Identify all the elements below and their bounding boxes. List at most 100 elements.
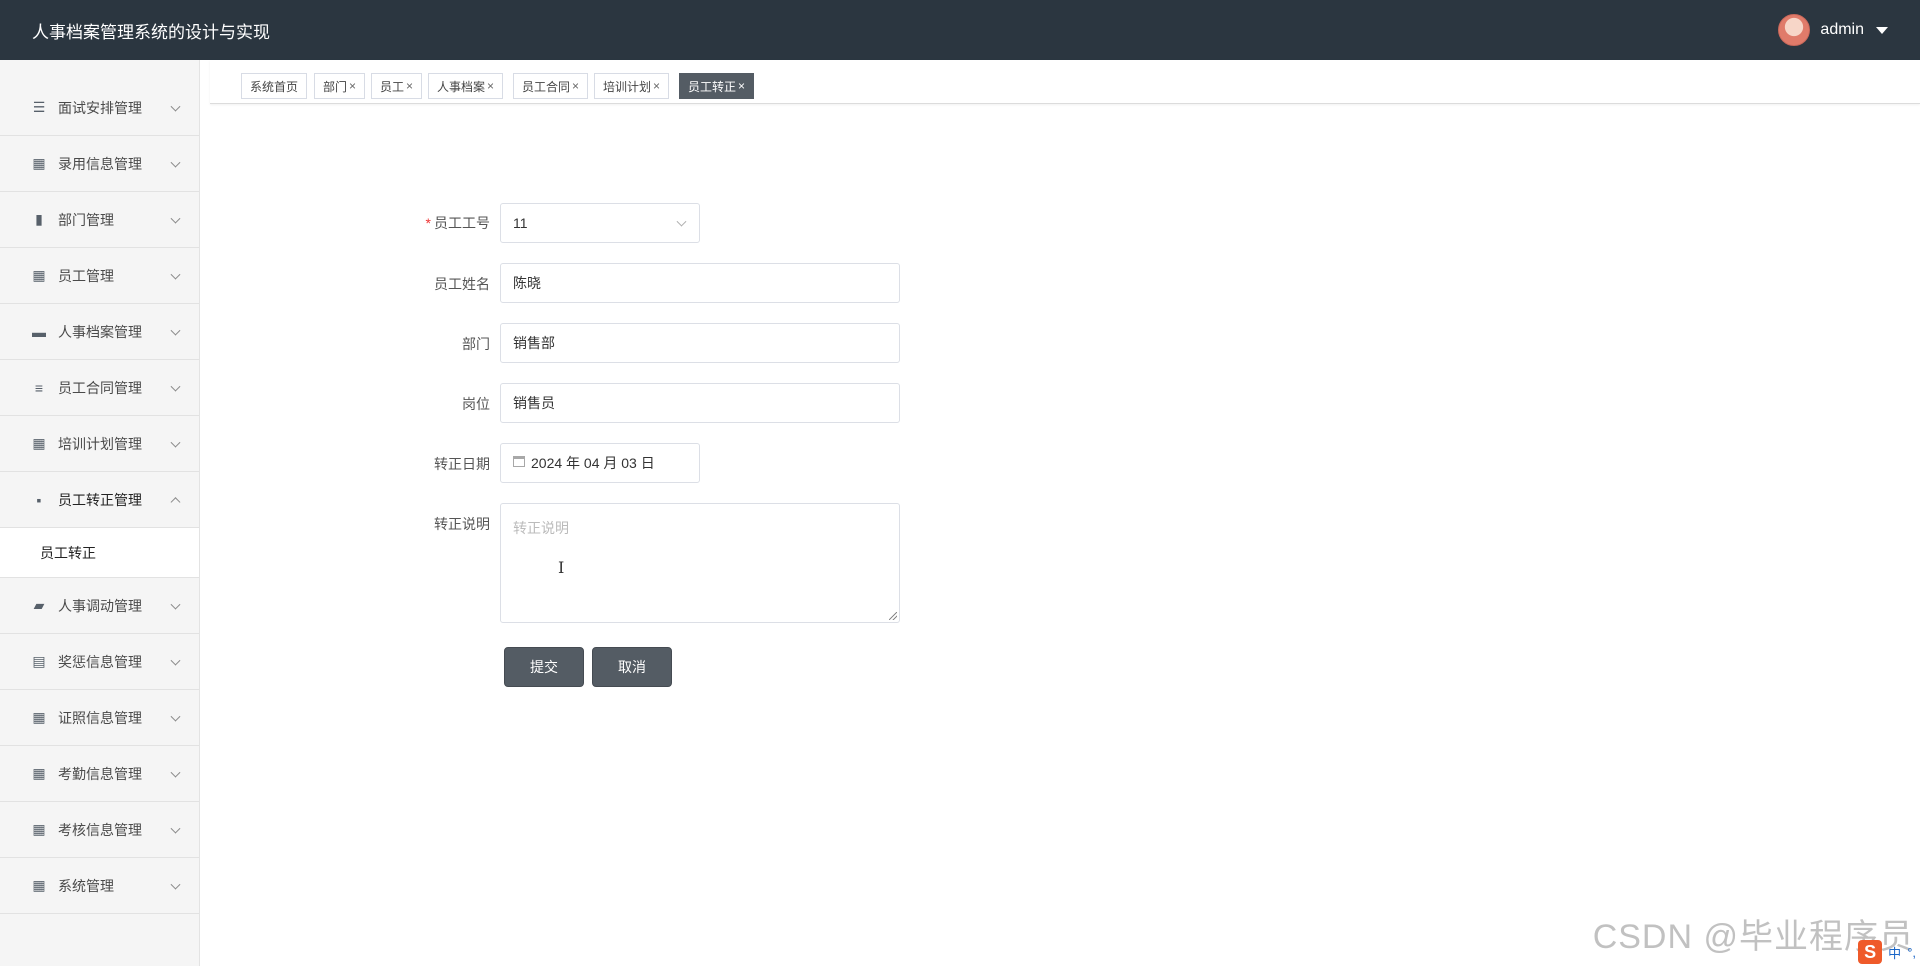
calendar-icon: [513, 455, 525, 467]
sidebar-item-label: 培训计划管理: [58, 435, 142, 452]
regular-date-value: 2024 年 04 月 03 日: [531, 455, 655, 471]
grid-icon: ▦: [32, 155, 46, 171]
sidebar-item-label: 部门管理: [58, 211, 114, 228]
ticket-icon: ▰: [33, 597, 45, 613]
employee-no-select[interactable]: 11: [500, 203, 700, 243]
regular-date-picker[interactable]: 2024 年 04 月 03 日: [500, 443, 700, 483]
list-icon: ☰: [32, 99, 46, 115]
chevron-down-icon: [170, 823, 181, 834]
tab-label: 员工合同: [522, 79, 571, 94]
sidebar-item[interactable]: ▦ 录用信息管理: [0, 136, 199, 192]
sidebar: ☰ 面试安排管理 ▦ 录用信息管理 ▮ 部门管理 ▦ 员工管理 ▬ 人事档案管理 ≡ 员工合同管理 ▦ 培…: [0, 60, 200, 966]
grid-icon: ▦: [32, 877, 46, 893]
employee-name-label: 员工姓名: [434, 276, 490, 292]
sidebar-item-label: 员工管理: [58, 267, 114, 284]
chevron-down-icon: [170, 381, 181, 392]
tab[interactable]: 系统首页: [241, 73, 308, 99]
sidebar-item-label: 录用信息管理: [58, 155, 142, 172]
text-cursor-icon: I: [558, 558, 565, 577]
sidebar-item-label: 员工转正管理: [58, 491, 142, 508]
department-label: 部门: [462, 336, 490, 352]
sidebar-item-label: 人事档案管理: [58, 323, 142, 340]
sidebar-item[interactable]: ≡ 员工合同管理: [0, 360, 199, 416]
tab-bar: 系统首页 部门 × 员工 × 人事档案 × 员工合同 × 培训计划 × 员工转正 ×: [210, 60, 1920, 104]
description-placeholder: 转正说明: [513, 520, 569, 536]
close-icon[interactable]: ×: [487, 79, 494, 93]
tab-label: 员工: [380, 79, 405, 94]
sidebar-item[interactable]: ▰ 人事调动管理: [0, 578, 199, 634]
close-icon[interactable]: ×: [572, 79, 579, 93]
sidebar-item-label: 人事调动管理: [58, 597, 142, 614]
tab[interactable]: 人事档案 ×: [428, 73, 504, 99]
message-icon: ▪: [36, 491, 42, 508]
ime-mode-button[interactable]: 中: [1888, 943, 1901, 962]
sliders-icon: ≡: [34, 379, 44, 396]
clipboard-icon: ▤: [32, 653, 46, 669]
position-label: 岗位: [462, 396, 490, 412]
book-icon: ▮: [35, 211, 43, 227]
chevron-down-icon: [170, 711, 181, 722]
sidebar-item[interactable]: ▤ 奖惩信息管理: [0, 634, 199, 690]
employee-no-value: 11: [513, 215, 528, 231]
grid-icon: ▦: [32, 821, 46, 837]
sidebar-item-label: 面试安排管理: [58, 99, 142, 116]
chevron-down-icon: [170, 879, 181, 890]
ime-punct-button[interactable]: °,: [1907, 945, 1916, 960]
sidebar-item[interactable]: ☰ 面试安排管理: [0, 80, 199, 136]
chevron-down-icon: [676, 216, 687, 227]
tab-label: 系统首页: [250, 79, 299, 94]
ime-logo[interactable]: S: [1858, 940, 1883, 964]
employee-no-label: * 员工工号: [425, 215, 490, 231]
top-bar: 人事档案管理系统的设计与实现 admin: [0, 0, 1920, 60]
sidebar-item[interactable]: ▦ 系统管理: [0, 858, 199, 914]
briefcase-icon: ▬: [32, 323, 46, 340]
employee-name-input[interactable]: 陈晓: [500, 263, 900, 303]
app-title: 人事档案管理系统的设计与实现: [32, 22, 270, 42]
submenu-item[interactable]: 员工转正: [0, 528, 199, 578]
cancel-button[interactable]: 取消: [592, 647, 672, 687]
tab[interactable]: 员工合同 ×: [513, 73, 589, 99]
apps-icon: ▦: [32, 267, 46, 283]
sidebar-item-label: 系统管理: [58, 877, 114, 894]
close-icon[interactable]: ×: [738, 79, 745, 93]
grid-icon: ▦: [32, 435, 46, 451]
chevron-down-icon: [170, 655, 181, 666]
sidebar-item[interactable]: ▦ 考勤信息管理: [0, 746, 199, 802]
chevron-up-icon: [170, 496, 181, 507]
sidebar-item-label: 考勤信息管理: [58, 765, 142, 782]
username: admin: [1820, 21, 1864, 38]
chevron-down-icon: [170, 269, 181, 280]
sidebar-item[interactable]: ▦ 培训计划管理: [0, 416, 199, 472]
close-icon[interactable]: ×: [653, 79, 660, 93]
department-input[interactable]: 销售部: [500, 323, 900, 363]
resize-handle-icon[interactable]: [889, 612, 897, 620]
tab[interactable]: 员工 ×: [371, 73, 423, 99]
sidebar-item[interactable]: ▮ 部门管理: [0, 192, 199, 248]
sidebar-item[interactable]: ▦ 员工管理: [0, 248, 199, 304]
ime-toolbar: S 中 °,: [1858, 940, 1916, 964]
close-icon[interactable]: ×: [406, 79, 413, 93]
tab[interactable]: 员工转正 ×: [679, 73, 755, 99]
grid-icon: ▦: [32, 765, 46, 781]
position-input[interactable]: 销售员: [500, 383, 900, 423]
sidebar-item[interactable]: ▪ 员工转正管理: [0, 472, 199, 528]
sidebar-item-label: 考核信息管理: [58, 821, 142, 838]
tab[interactable]: 部门 ×: [314, 73, 366, 99]
close-icon[interactable]: ×: [349, 79, 356, 93]
chevron-down-icon: [170, 767, 181, 778]
tab[interactable]: 培训计划 ×: [594, 73, 670, 99]
sidebar-item-label: 奖惩信息管理: [58, 653, 142, 670]
sidebar-item[interactable]: ▦ 证照信息管理: [0, 690, 199, 746]
submit-button[interactable]: 提交: [504, 647, 584, 687]
user-menu[interactable]: admin: [1778, 14, 1888, 46]
tab-label: 培训计划: [603, 79, 652, 94]
sidebar-item[interactable]: ▬ 人事档案管理: [0, 304, 199, 360]
chevron-down-icon: [170, 101, 181, 112]
chevron-down-icon: [170, 213, 181, 224]
tab-label: 员工转正: [688, 79, 737, 94]
regular-date-label: 转正日期: [434, 456, 490, 472]
tab-label: 人事档案: [437, 79, 486, 94]
sidebar-item[interactable]: ▦ 考核信息管理: [0, 802, 199, 858]
grid-icon: ▦: [32, 709, 46, 725]
chevron-down-icon: [170, 325, 181, 336]
